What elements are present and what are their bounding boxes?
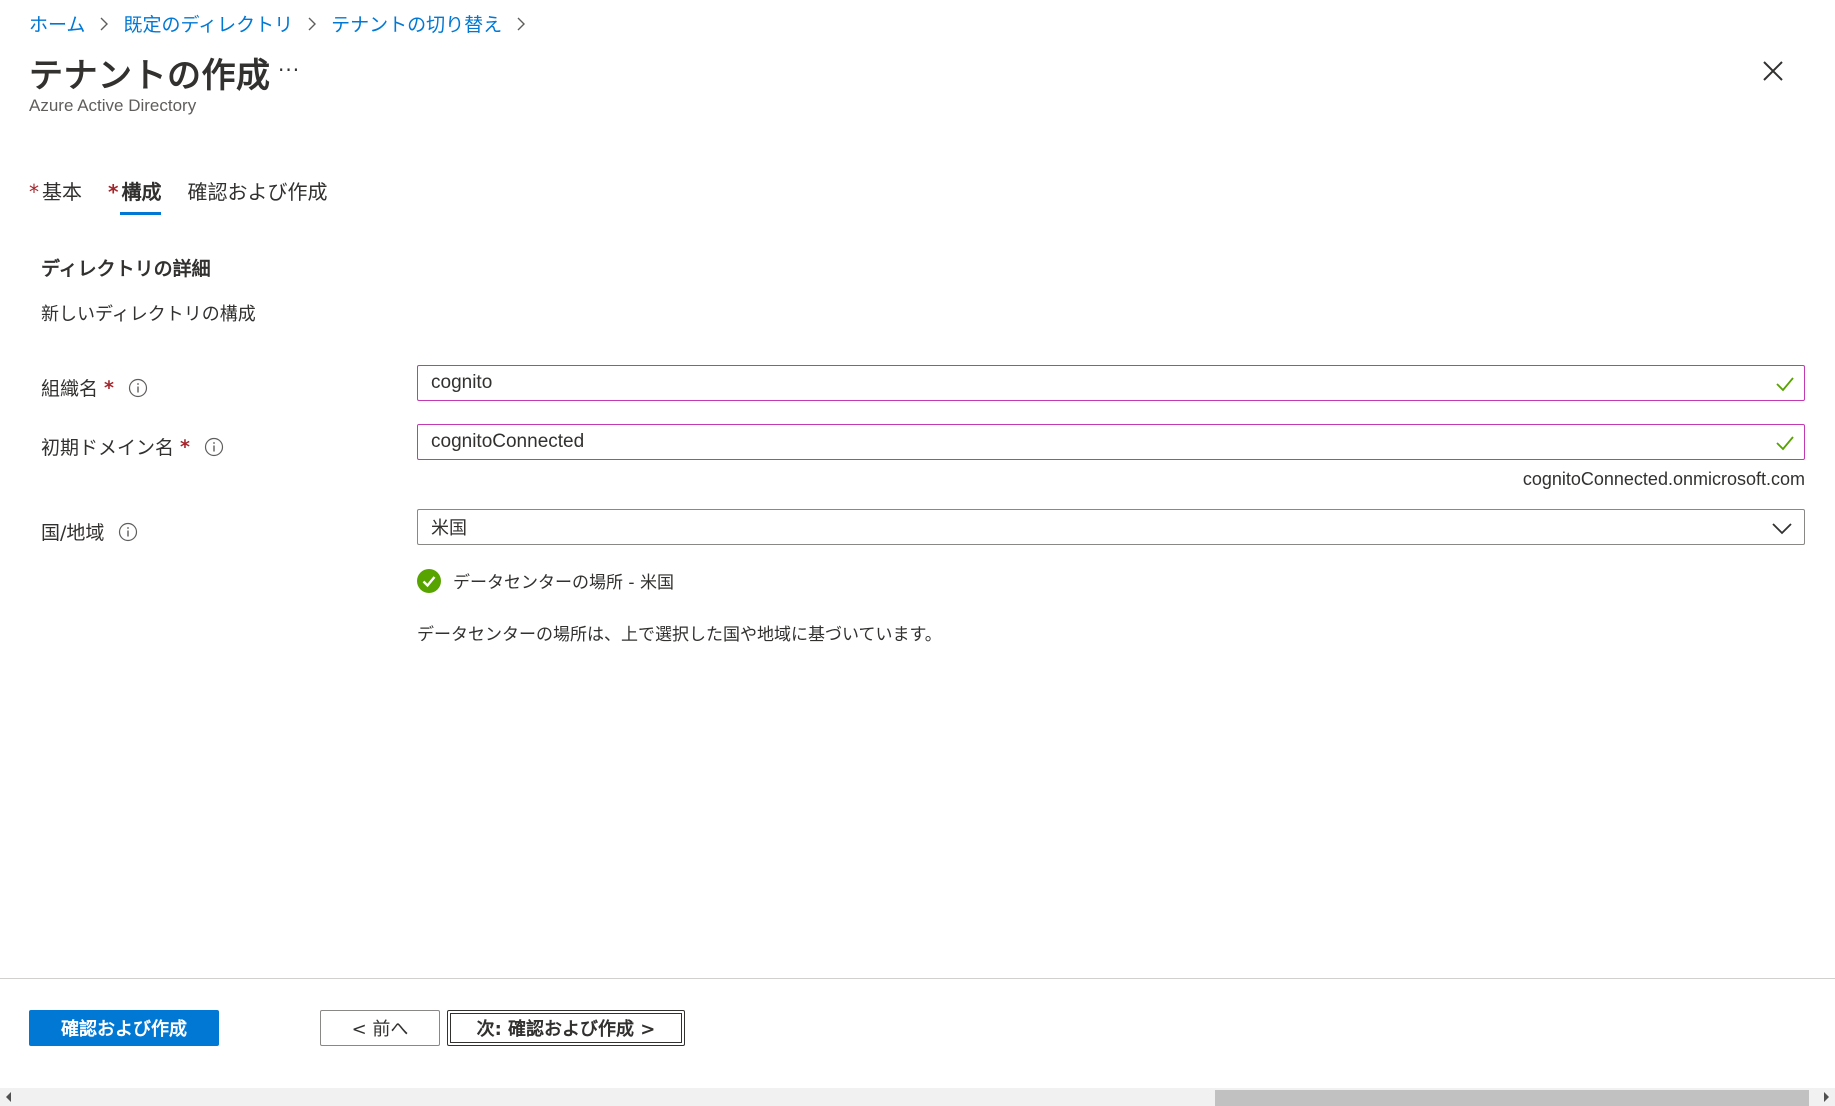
horizontal-scrollbar[interactable]: [0, 1088, 1835, 1106]
required-marker: *: [104, 376, 114, 399]
tab-configuration[interactable]: * 構成: [108, 176, 162, 215]
country-label: 国/地域: [41, 518, 138, 545]
section-description: 新しいディレクトリの構成: [41, 304, 256, 325]
scroll-right-arrow-icon[interactable]: [1817, 1088, 1835, 1106]
breadcrumb-switch-tenant[interactable]: テナントの切り替え: [331, 10, 502, 37]
breadcrumb-home[interactable]: ホーム: [29, 10, 85, 37]
initial-domain-label: 初期ドメイン名 *: [41, 433, 224, 460]
info-icon[interactable]: [118, 522, 138, 542]
close-button[interactable]: [1760, 58, 1786, 84]
datacenter-status: データセンターの場所 - 米国: [417, 568, 674, 593]
initial-domain-value: cognitoConnected: [431, 431, 585, 452]
info-icon[interactable]: [128, 378, 148, 398]
chevron-down-icon: [1772, 523, 1792, 535]
initial-domain-input[interactable]: cognitoConnected: [417, 424, 1805, 460]
country-select[interactable]: 米国: [417, 509, 1805, 545]
next-button[interactable]: 次: 確認および作成 >: [447, 1010, 685, 1046]
info-icon[interactable]: [204, 437, 224, 457]
create-tenant-page: ホーム 既定のディレクトリ テナントの切り替え テナントの作成 ··· Azur…: [0, 0, 1835, 1106]
domain-suffix: cognitoConnected.onmicrosoft.com: [1522, 469, 1805, 489]
required-marker: *: [180, 435, 190, 458]
chevron-right-icon: [99, 17, 109, 31]
wizard-tabs: * 基本 * 構成 確認および作成: [29, 176, 353, 215]
datacenter-note: データセンターの場所は、上で選択した国や地域に基づいています。: [417, 625, 942, 645]
previous-button[interactable]: < 前へ: [320, 1010, 440, 1046]
org-name-input[interactable]: cognito: [417, 365, 1805, 401]
success-check-icon: [417, 568, 441, 593]
initial-domain-label-text: 初期ドメイン名: [41, 437, 175, 459]
chevron-right-icon: [516, 17, 526, 31]
breadcrumb-default-directory[interactable]: 既定のディレクトリ: [123, 10, 293, 37]
review-create-button[interactable]: 確認および作成: [29, 1010, 219, 1046]
footer-divider: [0, 978, 1835, 979]
tab-label: 確認および作成: [187, 180, 328, 204]
required-marker: *: [29, 180, 39, 204]
tab-basics[interactable]: * 基本: [29, 176, 82, 215]
scrollbar-thumb[interactable]: [1215, 1090, 1809, 1106]
breadcrumb: ホーム 既定のディレクトリ テナントの切り替え: [29, 10, 540, 37]
more-options-button[interactable]: ···: [278, 58, 300, 82]
org-name-label-text: 組織名: [41, 378, 99, 400]
required-marker: *: [108, 180, 119, 204]
section-title: ディレクトリの詳細: [41, 258, 211, 280]
checkmark-icon: [1776, 377, 1794, 392]
country-value: 米国: [431, 518, 467, 539]
tab-label: 構成: [121, 180, 162, 204]
tab-review-create[interactable]: 確認および作成: [187, 176, 327, 215]
datacenter-status-text: データセンターの場所 - 米国: [453, 573, 674, 593]
page-title: テナントの作成: [29, 56, 271, 96]
country-label-text: 国/地域: [41, 522, 105, 544]
checkmark-icon: [1776, 436, 1794, 451]
chevron-right-icon: [307, 17, 317, 31]
org-name-value: cognito: [431, 372, 493, 393]
page-subtitle: Azure Active Directory: [29, 96, 197, 115]
scroll-left-arrow-icon[interactable]: [0, 1088, 18, 1106]
close-icon: [1763, 61, 1783, 81]
tab-label: 基本: [42, 180, 82, 204]
org-name-label: 組織名 *: [41, 374, 148, 401]
